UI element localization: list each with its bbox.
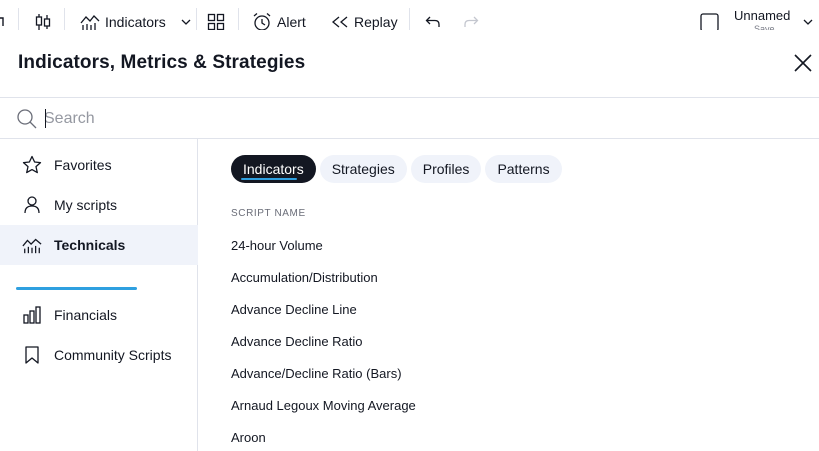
tab-patterns[interactable]: Patterns	[485, 155, 562, 183]
sidebar-item-community-scripts[interactable]: Community Scripts	[0, 335, 198, 375]
search-input[interactable]	[44, 106, 784, 132]
close-icon[interactable]	[792, 52, 814, 74]
sidebar-item-label: Favorites	[54, 157, 112, 173]
list-item[interactable]: Aroon	[231, 421, 416, 451]
sidebar-item-label: My scripts	[54, 197, 117, 213]
indicators-label: Indicators	[105, 13, 166, 30]
user-icon	[22, 195, 42, 215]
divider	[0, 97, 819, 98]
column-header-script-name: SCRIPT NAME	[231, 208, 306, 219]
sidebar-item-financials[interactable]: Financials	[0, 295, 198, 335]
dialog-title: Indicators, Metrics & Strategies	[18, 52, 306, 73]
active-tab-underline	[241, 178, 297, 180]
technicals-active-underline	[16, 287, 137, 290]
sidebar-item-label: Technicals	[54, 237, 126, 253]
tab-strategies[interactable]: Strategies	[319, 155, 407, 183]
indicators-icon	[80, 13, 100, 31]
search-icon	[16, 108, 38, 135]
list-item[interactable]: Advance/Decline Ratio (Bars)	[231, 357, 416, 389]
indicators-dialog: Indicators, Metrics & Strategies Favorit…	[0, 30, 819, 451]
alert-label: Alert	[277, 13, 306, 30]
list-item[interactable]: Advance Decline Line	[231, 293, 416, 325]
list-item[interactable]: Arnaud Legoux Moving Average	[231, 389, 416, 421]
sidebar-item-favorites[interactable]: Favorites	[0, 145, 198, 185]
category-sidebar: Favorites My scripts Technicals Financia…	[0, 139, 198, 451]
alert-icon	[252, 12, 272, 32]
star-icon	[22, 155, 42, 175]
bookmark-icon	[22, 345, 42, 365]
sidebar-item-my-scripts[interactable]: My scripts	[0, 185, 198, 225]
sidebar-item-label: Community Scripts	[54, 347, 172, 363]
list-item[interactable]: 24-hour Volume	[231, 229, 416, 261]
layout-name[interactable]: Unnamed	[734, 8, 790, 24]
tab-profiles[interactable]: Profiles	[410, 155, 482, 183]
list-item[interactable]: Advance Decline Ratio	[231, 325, 416, 357]
financials-icon	[22, 305, 42, 325]
replay-label: Replay	[354, 13, 398, 30]
text-caret	[45, 109, 46, 128]
sidebar-item-label: Financials	[54, 307, 118, 323]
list-item[interactable]: Accumulation/Distribution	[231, 261, 416, 293]
script-list: 24-hour Volume Accumulation/Distribution…	[231, 229, 416, 451]
replay-icon	[331, 15, 349, 29]
technicals-icon	[22, 235, 42, 255]
sidebar-item-technicals[interactable]: Technicals	[0, 225, 198, 265]
